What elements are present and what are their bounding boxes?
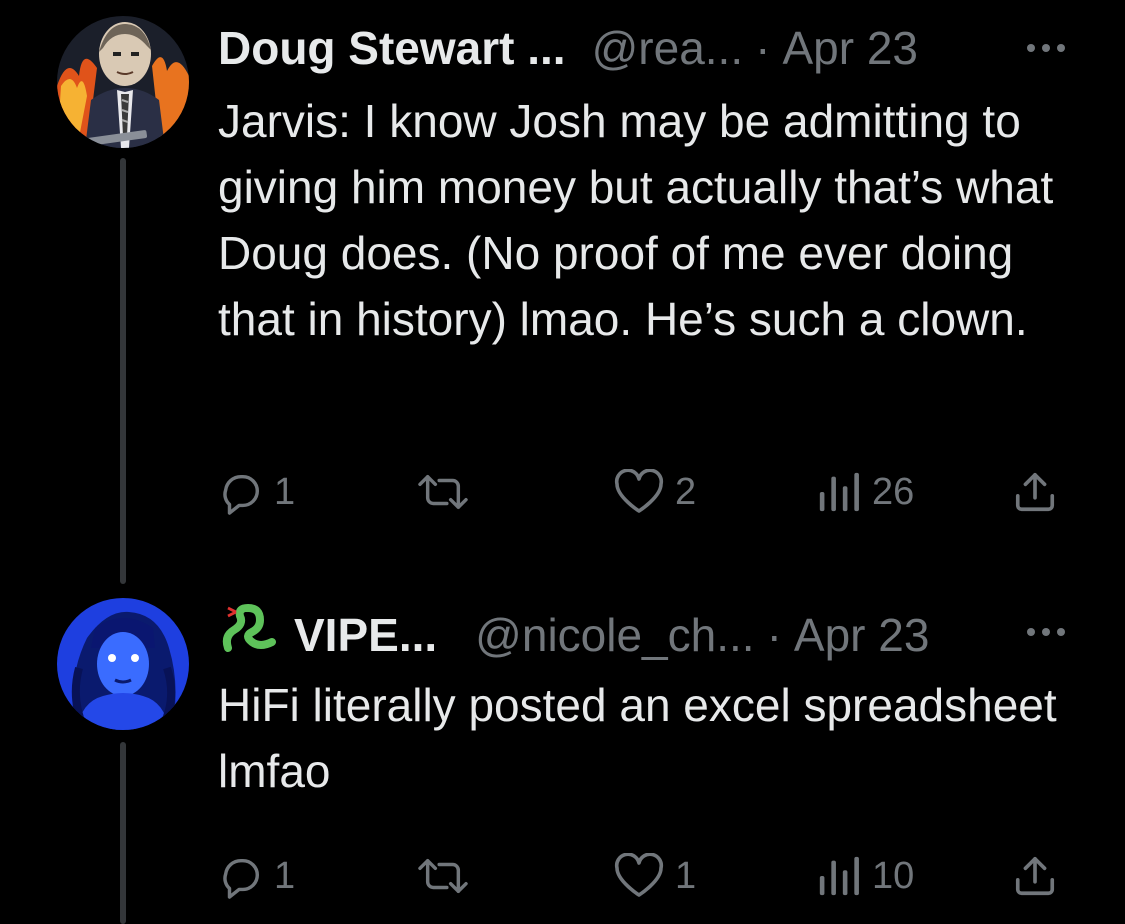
views-count: 10: [872, 854, 915, 897]
share-button[interactable]: [1012, 462, 1058, 522]
tweet-text: HiFi literally posted an excel spreadshe…: [218, 679, 1057, 797]
views-icon: [816, 469, 862, 515]
retweet-button[interactable]: [413, 462, 483, 522]
author-name[interactable]: VIPE...: [294, 607, 437, 663]
separator: ·: [755, 22, 771, 74]
separator: ·: [766, 609, 782, 661]
like-button[interactable]: 1: [613, 846, 696, 906]
author-name[interactable]: Doug Stewart ...: [218, 20, 566, 76]
like-button[interactable]: 2: [613, 462, 696, 522]
avatar[interactable]: [57, 16, 189, 148]
reply-icon: [218, 853, 264, 899]
avatar[interactable]: [57, 598, 189, 730]
reply-icon: [218, 469, 264, 515]
share-icon: [1012, 469, 1058, 515]
like-icon: [613, 469, 665, 515]
action-bar: 1 1 10: [218, 846, 1068, 906]
action-bar: 1 2 26: [218, 462, 1068, 522]
views-button[interactable]: 10: [816, 846, 914, 906]
reply-count: 1: [274, 470, 296, 513]
more-icon[interactable]: [1027, 604, 1065, 660]
like-count: 1: [675, 854, 697, 897]
tweet[interactable]: Doug Stewart ... @rea... · Apr 23 Jarvis…: [0, 0, 1125, 560]
retweet-icon: [413, 853, 473, 899]
tweet-text: Jarvis: I know Josh may be admitting to …: [218, 95, 1054, 345]
author-handle[interactable]: @rea...: [592, 20, 744, 76]
more-icon[interactable]: [1027, 20, 1065, 76]
author-handle[interactable]: @nicole_ch...: [475, 607, 754, 663]
share-button[interactable]: [1012, 846, 1058, 906]
retweet-icon: [413, 469, 473, 515]
timestamp[interactable]: Apr 23: [782, 20, 918, 76]
like-icon: [613, 853, 665, 899]
timestamp[interactable]: Apr 23: [794, 607, 930, 663]
reply-button[interactable]: 1: [218, 846, 295, 906]
share-icon: [1012, 853, 1058, 899]
reply-count: 1: [274, 854, 296, 897]
tweet[interactable]: VIPE... @nicole_ch... · Apr 23 HiFi lite…: [0, 590, 1125, 924]
like-count: 2: [675, 470, 697, 513]
views-count: 26: [872, 470, 915, 513]
views-icon: [816, 853, 862, 899]
tweet-header: VIPE... @nicole_ch... · Apr 23: [218, 603, 1065, 666]
views-button[interactable]: 26: [816, 462, 914, 522]
tweet-header: Doug Stewart ... @rea... · Apr 23: [218, 20, 1065, 76]
reply-button[interactable]: 1: [218, 462, 295, 522]
snake-emoji-icon: [218, 603, 280, 666]
retweet-button[interactable]: [413, 846, 483, 906]
